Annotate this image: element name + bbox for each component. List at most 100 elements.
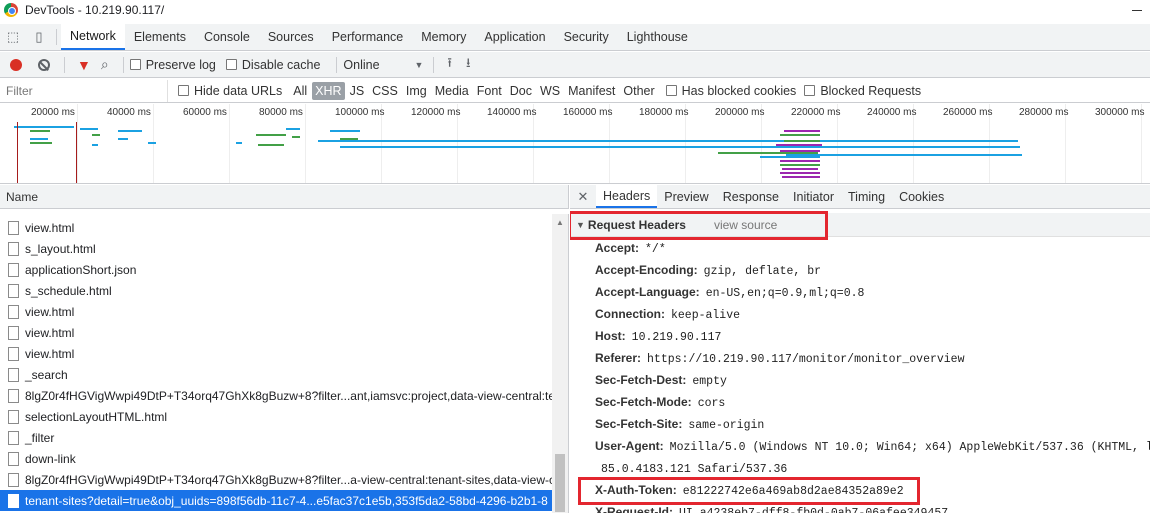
hide-data-urls-checkbox[interactable]: Hide data URLs — [178, 84, 282, 98]
close-icon[interactable]: ✕ — [570, 185, 596, 208]
filter-type-manifest[interactable]: Manifest — [565, 82, 618, 100]
scroll-up-icon[interactable]: ▲ — [556, 218, 564, 227]
checkbox-box[interactable] — [178, 85, 189, 96]
has-blocked-cookies-checkbox[interactable]: Has blocked cookies — [665, 84, 796, 98]
tab-performance[interactable]: Performance — [323, 24, 413, 50]
filter-type-js[interactable]: JS — [347, 82, 368, 100]
request-name: _filter — [25, 430, 55, 445]
request-row[interactable]: _filter — [0, 427, 552, 448]
request-bar — [256, 134, 286, 136]
import-har-icon[interactable]: ⭱ — [447, 54, 452, 76]
tab-preview[interactable]: Preview — [657, 185, 715, 208]
tab-initiator[interactable]: Initiator — [786, 185, 841, 208]
checkbox-box[interactable] — [129, 59, 141, 70]
scroll-thumb[interactable] — [555, 454, 565, 512]
device-toolbar-icon[interactable]: ▯ — [26, 24, 52, 50]
tab-memory[interactable]: Memory — [412, 24, 475, 50]
search-icon[interactable]: ⌕ — [101, 56, 109, 73]
filter-icon[interactable]: ▼ — [77, 57, 91, 73]
request-bar — [340, 146, 1020, 148]
tab-security[interactable]: Security — [555, 24, 618, 50]
tab-elements[interactable]: Elements — [125, 24, 195, 50]
header-key: X-Auth-Token: — [595, 483, 677, 497]
request-row[interactable]: s_schedule.html — [0, 280, 552, 301]
filter-input[interactable] — [0, 79, 168, 102]
divider — [336, 56, 338, 73]
export-har-icon[interactable]: ⭳ — [466, 54, 471, 76]
clear-icon[interactable] — [38, 58, 50, 71]
blocked-requests-checkbox[interactable]: Blocked Requests — [804, 84, 921, 98]
request-row[interactable]: down-link — [0, 448, 552, 469]
tab-headers[interactable]: Headers — [596, 185, 658, 208]
filter-type-img[interactable]: Img — [403, 82, 430, 100]
tab-console[interactable]: Console — [195, 24, 259, 50]
filter-type-doc[interactable]: Doc — [507, 82, 535, 100]
request-row[interactable]: _search — [0, 364, 552, 385]
document-icon — [8, 451, 19, 466]
tab-application[interactable]: Application — [475, 24, 554, 50]
checkbox-box[interactable] — [665, 85, 677, 96]
header-row: User-Agent: Mozilla/5.0 (Windows NT 10.0;… — [595, 439, 1150, 454]
filter-type-media[interactable]: Media — [432, 82, 472, 100]
request-name: view.html — [25, 220, 75, 235]
filter-type-font[interactable]: Font — [474, 82, 505, 100]
caret-down-icon: ▼ — [414, 59, 424, 70]
filter-type-css[interactable]: CSS — [369, 82, 401, 100]
checkbox-box[interactable] — [804, 85, 816, 96]
document-icon — [8, 409, 19, 424]
disable-cache-checkbox[interactable]: Disable cache — [225, 58, 320, 72]
record-button[interactable] — [10, 58, 22, 71]
name-column-header[interactable]: Name — [0, 185, 569, 209]
request-row[interactable]: 8lgZ0r4fHGVigWwpi49DtP+T34orq47GhXk8gBuz… — [0, 385, 552, 406]
tab-timing[interactable]: Timing — [841, 185, 892, 208]
request-row[interactable]: selectionLayoutHTML.html — [0, 406, 552, 427]
document-icon — [8, 220, 19, 235]
request-bar — [92, 144, 98, 146]
request-name: s_schedule.html — [25, 283, 112, 298]
overview-tick-label: 200000 ms — [715, 107, 765, 118]
request-row[interactable]: 8lgZ0r4fHGVigWwpi49DtP+T34orq47GhXk8gBuz… — [0, 469, 552, 490]
tab-response[interactable]: Response — [716, 185, 786, 208]
document-icon — [8, 304, 19, 319]
document-icon — [8, 493, 19, 508]
document-icon — [8, 472, 19, 487]
filter-type-xhr[interactable]: XHR — [312, 81, 345, 100]
header-key: Accept-Language: — [595, 285, 700, 299]
request-list-scrollbar[interactable]: ▲ — [552, 214, 568, 513]
minimize-icon[interactable] — [1132, 10, 1142, 11]
checkbox-box[interactable] — [225, 59, 237, 70]
document-icon — [8, 262, 19, 277]
filter-type-other[interactable]: Other — [620, 82, 657, 100]
timeline-overview[interactable]: 20000 ms 40000 ms 60000 ms 80000 ms 100000 m… — [0, 104, 1150, 184]
request-row[interactable]: s_layout.html — [0, 238, 552, 259]
tab-lighthouse[interactable]: Lighthouse — [618, 24, 697, 50]
request-row[interactable]: applicationShort.json — [0, 259, 552, 280]
overview-gridline — [153, 104, 154, 183]
request-bar — [782, 176, 820, 178]
overview-tick-label: 140000 ms — [487, 107, 537, 118]
request-bar — [786, 154, 1022, 156]
request-bar — [780, 164, 820, 166]
overview-tick-label: 300000 ms — [1095, 107, 1145, 118]
tab-network[interactable]: Network — [61, 24, 125, 50]
request-bar — [780, 150, 820, 152]
request-bar — [782, 168, 818, 170]
throttling-select[interactable]: Online ▼ — [343, 58, 423, 72]
tab-sources[interactable]: Sources — [259, 24, 323, 50]
request-row[interactable]: tenant-sites?detail=true&obj_uuids=898f5… — [0, 490, 552, 511]
filter-type-all[interactable]: All — [290, 82, 310, 100]
request-row[interactable]: view.html — [0, 301, 552, 322]
filter-type-ws[interactable]: WS — [537, 82, 563, 100]
request-bar — [236, 142, 242, 144]
overview-tick-label: 40000 ms — [107, 107, 151, 118]
request-bar — [780, 172, 820, 174]
request-name: view.html — [25, 325, 75, 340]
divider — [64, 56, 65, 73]
request-row[interactable]: view.html — [0, 343, 552, 364]
request-row[interactable]: view.html — [0, 322, 552, 343]
request-row[interactable]: view.html — [0, 217, 552, 238]
header-row: Accept: */* — [595, 241, 666, 256]
tab-cookies[interactable]: Cookies — [892, 185, 951, 208]
inspect-element-icon[interactable]: ⬚ — [0, 24, 26, 50]
preserve-log-checkbox[interactable]: Preserve log — [129, 58, 216, 72]
